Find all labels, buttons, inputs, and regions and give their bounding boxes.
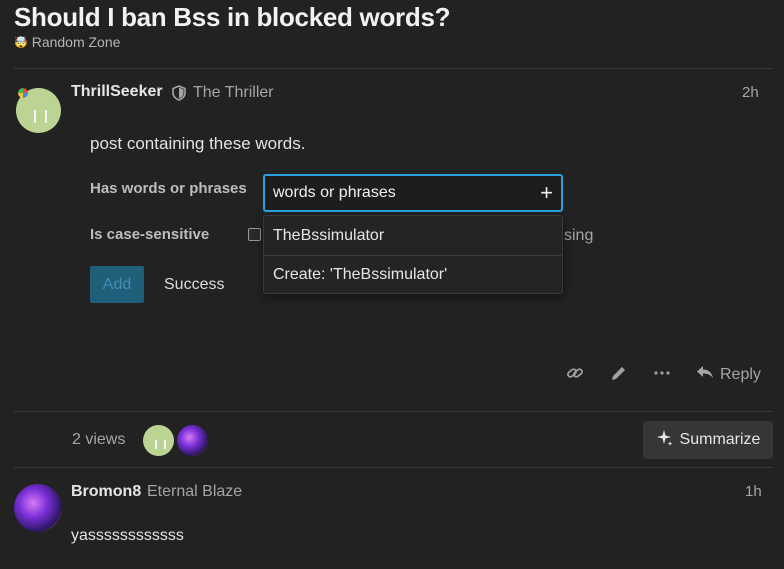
avatar[interactable]	[14, 484, 62, 532]
views-count: 2 views	[72, 431, 126, 448]
pencil-icon[interactable]	[610, 364, 628, 387]
reply-icon	[696, 364, 714, 385]
ellipsis-icon[interactable]	[653, 364, 671, 387]
words-phrases-input[interactable]: words or phrases +	[263, 174, 563, 212]
post-date[interactable]: 2h	[742, 84, 759, 101]
post-username[interactable]: ThrillSeeker	[71, 83, 163, 101]
post-body-text: post containing these words.	[90, 134, 306, 153]
post-user-title[interactable]: Eternal Blaze	[147, 483, 242, 501]
category-name: Random Zone	[31, 34, 121, 50]
dropdown-create-option[interactable]: Create: 'TheBssimulator'	[264, 255, 562, 294]
words-input-value: words or phrases	[273, 184, 396, 201]
topic-title[interactable]: Should I ban Bss in blocked words?	[14, 2, 450, 33]
sparkle-icon	[656, 429, 674, 452]
post-body-text: yassssssssssss	[71, 527, 184, 544]
topic-map-divider	[14, 411, 772, 412]
category-emoji-icon: 🤯	[14, 36, 28, 49]
participant-avatar[interactable]	[143, 425, 174, 456]
words-field-label: Has words or phrases	[90, 180, 247, 197]
post-username[interactable]: Bromon8	[71, 483, 141, 501]
status-text: Success	[164, 276, 225, 293]
reply-label: Reply	[720, 365, 761, 383]
participant-avatar[interactable]	[177, 425, 208, 456]
summarize-label: Summarize	[679, 431, 761, 448]
case-sensitive-label: Is case-sensitive	[90, 226, 210, 243]
dropdown-option[interactable]: TheBssimulator	[264, 216, 562, 255]
header-divider	[14, 68, 772, 69]
reply-button[interactable]: Reply	[696, 364, 761, 385]
post-date[interactable]: 1h	[745, 483, 762, 500]
avatar-flair-icon	[18, 88, 28, 98]
shield-icon	[172, 85, 186, 101]
summarize-button[interactable]: Summarize	[643, 421, 773, 459]
link-icon[interactable]	[566, 364, 584, 387]
suggestion-dropdown: TheBssimulator Create: 'TheBssimulator'	[263, 215, 563, 294]
add-button[interactable]: Add	[90, 266, 144, 303]
case-sensitive-text: sing	[564, 227, 594, 244]
case-sensitive-checkbox[interactable]	[248, 228, 261, 241]
category-badge[interactable]: 🤯 Random Zone	[14, 34, 120, 50]
post-user-title[interactable]: The Thriller	[193, 84, 274, 102]
post-divider	[14, 467, 772, 468]
add-icon[interactable]: +	[540, 182, 553, 204]
